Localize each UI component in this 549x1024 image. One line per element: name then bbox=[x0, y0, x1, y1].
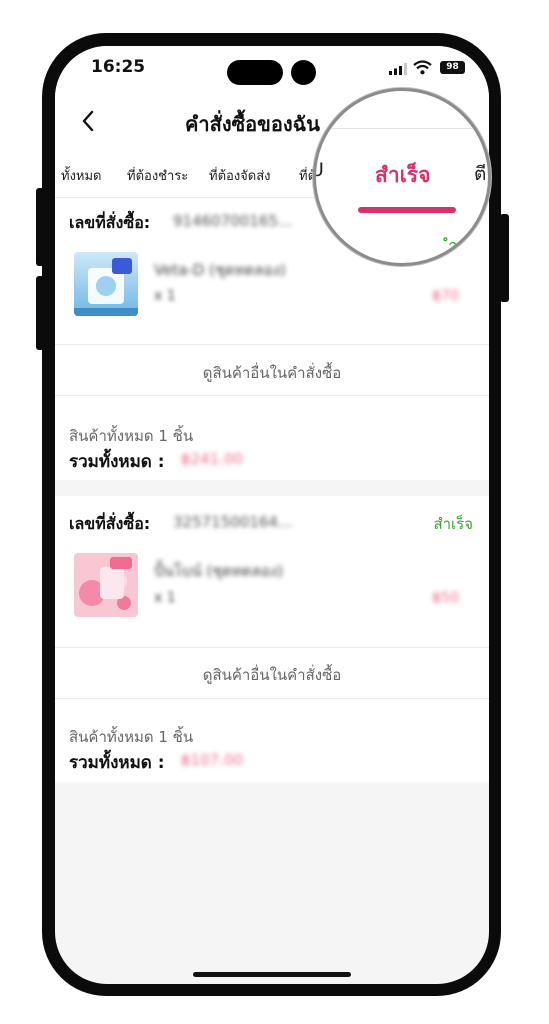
signal-icon bbox=[389, 63, 407, 75]
order-status-badge: สำเร็จ bbox=[433, 515, 473, 533]
tab-divider bbox=[316, 128, 488, 129]
active-tab-indicator bbox=[358, 207, 456, 213]
order-card: เลขที่สั่งซื้อ: 32571500164... สำเร็จ ปั… bbox=[55, 496, 489, 782]
status-time: 16:25 bbox=[91, 57, 146, 77]
total-value: ฿241.00 bbox=[181, 450, 244, 468]
order-number-value: 32571500164... bbox=[173, 513, 293, 531]
product-name: Veta-D (ชุดทดลอง) bbox=[154, 261, 286, 279]
volume-button bbox=[36, 276, 44, 350]
product-image[interactable] bbox=[74, 252, 138, 316]
total-value: ฿107.00 bbox=[181, 751, 244, 769]
magnifier-callout: U สำเร็จ ตี ำ bbox=[313, 88, 491, 266]
power-button bbox=[500, 214, 509, 302]
dynamic-island bbox=[227, 60, 283, 85]
order-number-value: 91460700165... bbox=[173, 212, 293, 230]
chevron-left-icon bbox=[82, 110, 94, 132]
order-number-label: เลขที่สั่งซื้อ: bbox=[69, 514, 151, 533]
tab-next-fragment[interactable]: ตี bbox=[474, 159, 486, 189]
tab-to-pay[interactable]: ที่ต้องชำระ bbox=[127, 165, 188, 186]
product-qty: x 1 bbox=[154, 590, 176, 606]
item-count: สินค้าทั้งหมด 1 ชิ้น bbox=[69, 728, 194, 746]
order-status-fragment: ำ bbox=[448, 236, 459, 257]
order-number-label: เลขที่สั่งซื้อ: bbox=[69, 213, 151, 232]
divider bbox=[55, 698, 489, 699]
total-label: รวมทั้งหมด : bbox=[69, 753, 165, 773]
total-label: รวมทั้งหมด : bbox=[69, 452, 165, 472]
divider bbox=[55, 647, 489, 648]
product-image[interactable] bbox=[74, 553, 138, 617]
battery-icon: 98 bbox=[440, 61, 465, 74]
view-more-link[interactable]: ดูสินค้าอื่นในคำสั่งซื้อ bbox=[55, 361, 489, 385]
action-button bbox=[36, 188, 44, 266]
tab-to-ship[interactable]: ที่ต้องจัดส่ง bbox=[209, 165, 271, 186]
camera-dot bbox=[291, 60, 316, 85]
tab-all[interactable]: ทั้งหมด bbox=[61, 165, 102, 186]
product-name: ปั้นโบน์ (ชุดทดลอง) bbox=[154, 562, 284, 580]
view-more-link[interactable]: ดูสินค้าอื่นในคำสั่งซื้อ bbox=[55, 663, 489, 687]
back-button[interactable] bbox=[71, 104, 105, 138]
product-price: ฿70 bbox=[432, 288, 459, 304]
tab-completed[interactable]: สำเร็จ bbox=[375, 159, 430, 192]
home-indicator bbox=[193, 972, 351, 977]
product-price: ฿50 bbox=[432, 590, 459, 606]
tab-to-receive-fragment: U bbox=[316, 159, 324, 181]
divider bbox=[55, 344, 489, 345]
item-count: สินค้าทั้งหมด 1 ชิ้น bbox=[69, 427, 194, 445]
product-qty: x 1 bbox=[154, 288, 176, 304]
wifi-icon bbox=[413, 60, 432, 75]
divider bbox=[55, 395, 489, 396]
